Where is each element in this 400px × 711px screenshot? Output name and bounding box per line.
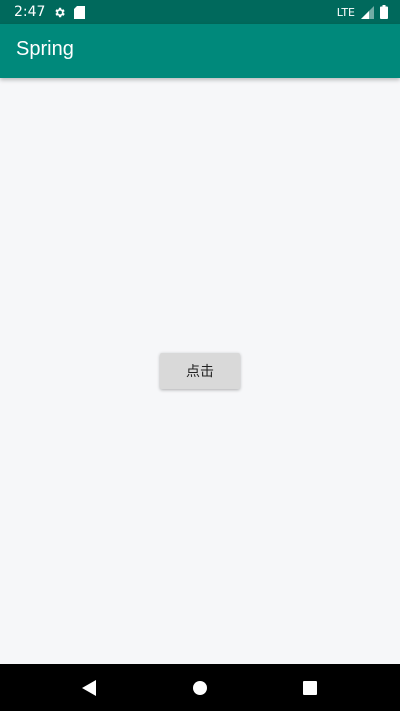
main-content: 点击 bbox=[0, 78, 400, 664]
status-left: 2:47 bbox=[14, 3, 86, 21]
status-time: 2:47 bbox=[14, 4, 46, 20]
status-bar: 2:47 LTE bbox=[0, 0, 400, 24]
app-title: Spring bbox=[16, 38, 74, 60]
sd-card-icon bbox=[74, 5, 86, 19]
click-button[interactable]: 点击 bbox=[160, 353, 240, 389]
recents-icon[interactable] bbox=[300, 678, 320, 698]
battery-icon bbox=[380, 5, 388, 19]
back-icon[interactable] bbox=[79, 678, 99, 698]
signal-icon bbox=[361, 5, 374, 19]
app-bar: Spring bbox=[0, 24, 400, 78]
network-type-label: LTE bbox=[336, 5, 355, 19]
status-right: LTE bbox=[337, 3, 388, 21]
home-icon[interactable] bbox=[190, 678, 210, 698]
gear-icon bbox=[53, 6, 66, 19]
navigation-bar bbox=[0, 664, 400, 711]
